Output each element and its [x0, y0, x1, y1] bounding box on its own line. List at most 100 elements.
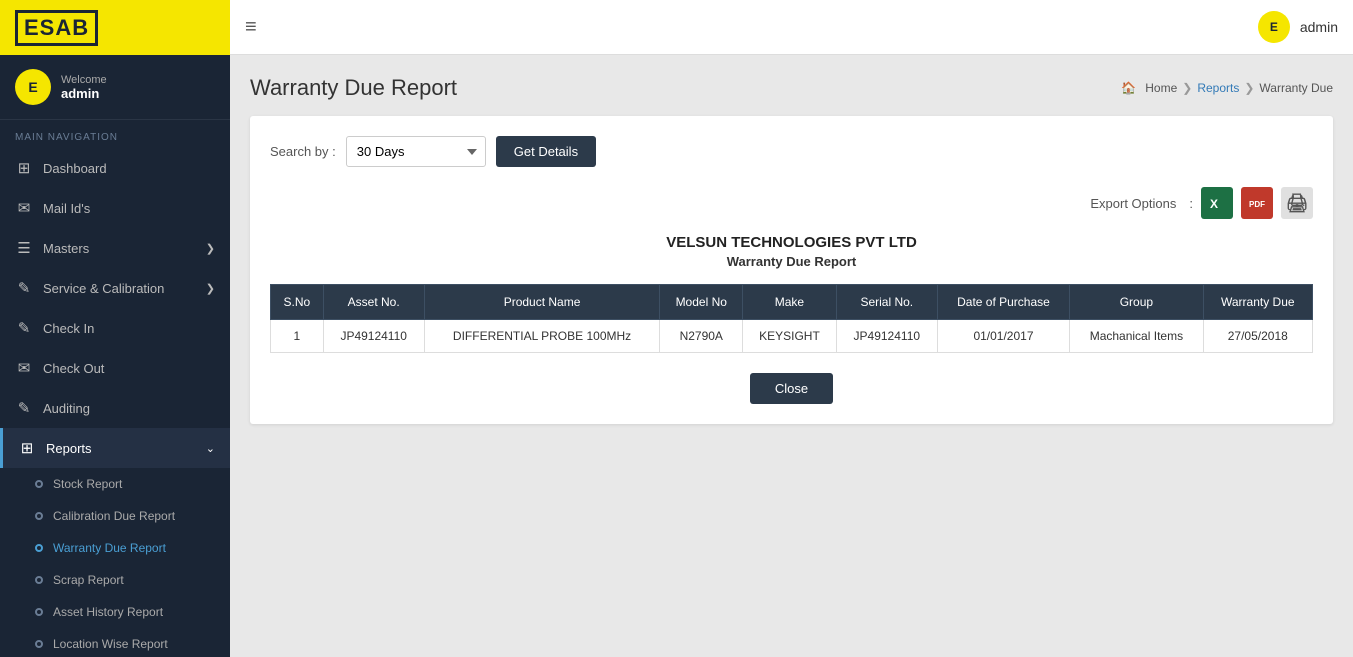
- nav-section-label: MAIN NAVIGATION: [0, 120, 230, 148]
- close-row: Close: [270, 373, 1313, 404]
- sidebar-item-auditing[interactable]: ✎ Auditing: [0, 388, 230, 428]
- search-row: Search by : 30 Days 60 Days 90 Days 6 Mo…: [270, 136, 1313, 167]
- sidebar-logo: ESAB: [0, 0, 230, 55]
- svg-text:X: X: [1210, 197, 1218, 211]
- sidebar-item-scrap-report[interactable]: Scrap Report: [0, 564, 230, 596]
- sub-item-label: Warranty Due Report: [53, 541, 166, 555]
- cell-asset-no: JP49124110: [323, 320, 424, 353]
- sidebar-item-reports[interactable]: ⊞ Reports ⌄: [0, 428, 230, 468]
- sub-item-label: Location Wise Report: [53, 637, 168, 651]
- report-card: Search by : 30 Days 60 Days 90 Days 6 Mo…: [250, 116, 1333, 424]
- breadcrumb-separator: ❯: [1244, 81, 1254, 95]
- hamburger-menu-icon[interactable]: ≡: [245, 16, 257, 39]
- col-asset-no: Asset No.: [323, 285, 424, 320]
- sidebar-item-location-wise-report[interactable]: Location Wise Report: [0, 628, 230, 657]
- col-serial-no: Serial No.: [836, 285, 937, 320]
- table-body: 1JP49124110DIFFERENTIAL PROBE 100MHzN279…: [271, 320, 1313, 353]
- sub-dot-icon: [35, 480, 43, 488]
- topbar: ≡ E admin: [230, 0, 1353, 55]
- export-colon: :: [1189, 196, 1193, 211]
- cell-serial-no: JP49124110: [836, 320, 937, 353]
- cell-product-name[interactable]: DIFFERENTIAL PROBE 100MHz: [424, 320, 660, 353]
- sub-item-label: Stock Report: [53, 477, 122, 491]
- dashboard-icon: ⊞: [15, 159, 33, 177]
- topbar-right: E admin: [1258, 11, 1338, 43]
- chevron-right-icon: ❯: [206, 242, 215, 255]
- col-model-no: Model No: [660, 285, 743, 320]
- sub-dot-icon: [35, 544, 43, 552]
- print-button[interactable]: 🖨: [1281, 187, 1313, 219]
- avatar: E: [1258, 11, 1290, 43]
- cell-group[interactable]: Machanical Items: [1070, 320, 1203, 353]
- pdf-icon: PDF: [1248, 194, 1266, 212]
- svg-text:PDF: PDF: [1249, 200, 1265, 209]
- col-date-of-purchase: Date of Purchase: [937, 285, 1070, 320]
- col-group: Group: [1070, 285, 1203, 320]
- breadcrumb-home[interactable]: Home: [1145, 81, 1177, 95]
- cell-warranty-due: 27/05/2018: [1203, 320, 1312, 353]
- table-header: S.No Asset No. Product Name Model No Mak…: [271, 285, 1313, 320]
- sub-dot-icon: [35, 512, 43, 520]
- topbar-username: admin: [1300, 19, 1338, 35]
- chevron-down-icon: ⌄: [206, 442, 215, 455]
- sidebar-item-label: Check Out: [43, 361, 215, 376]
- breadcrumb-current: Warranty Due: [1259, 81, 1333, 95]
- user-info: Welcome admin: [61, 74, 107, 101]
- sidebar-item-dashboard[interactable]: ⊞ Dashboard: [0, 148, 230, 188]
- sidebar-item-warranty-due-report[interactable]: Warranty Due Report: [0, 532, 230, 564]
- avatar: E: [15, 69, 51, 105]
- search-label: Search by :: [270, 144, 336, 159]
- sidebar-item-label: Service & Calibration: [43, 281, 206, 296]
- breadcrumb-reports[interactable]: Reports: [1197, 81, 1239, 95]
- sidebar-item-service-calibration[interactable]: ✎ Service & Calibration ❯: [0, 268, 230, 308]
- content-area: Warranty Due Report 🏠 Home ❯ Reports ❯ W…: [230, 55, 1353, 657]
- sidebar-item-check-in[interactable]: ✎ Check In: [0, 308, 230, 348]
- get-details-button[interactable]: Get Details: [496, 136, 596, 167]
- search-select[interactable]: 30 Days 60 Days 90 Days 6 Months 1 Year: [346, 136, 486, 167]
- close-button[interactable]: Close: [750, 373, 833, 404]
- chevron-right-icon: ❯: [206, 282, 215, 295]
- excel-icon: X: [1208, 194, 1226, 212]
- sidebar-item-label: Check In: [43, 321, 215, 336]
- cell-make: KEYSIGHT: [743, 320, 837, 353]
- export-pdf-button[interactable]: PDF: [1241, 187, 1273, 219]
- report-subtitle: Warranty Due Report: [270, 254, 1313, 269]
- cell-date-of-purchase: 01/01/2017: [937, 320, 1070, 353]
- username-label: admin: [61, 86, 107, 101]
- sub-dot-icon: [35, 576, 43, 584]
- print-icon: 🖨: [1286, 193, 1309, 214]
- export-row: Export Options : X PDF 🖨: [270, 187, 1313, 219]
- col-product-name: Product Name: [424, 285, 660, 320]
- export-options-label: Export Options: [1090, 196, 1176, 211]
- col-make: Make: [743, 285, 837, 320]
- breadcrumb: 🏠 Home ❯ Reports ❯ Warranty Due: [1121, 81, 1333, 95]
- sidebar-item-label: Auditing: [43, 401, 215, 416]
- sub-dot-icon: [35, 640, 43, 648]
- check-in-icon: ✎: [15, 319, 33, 337]
- sidebar-item-stock-report[interactable]: Stock Report: [0, 468, 230, 500]
- sub-dot-icon: [35, 608, 43, 616]
- export-excel-button[interactable]: X: [1201, 187, 1233, 219]
- sidebar-item-calibration-due-report[interactable]: Calibration Due Report: [0, 500, 230, 532]
- service-icon: ✎: [15, 279, 33, 297]
- table-header-row: S.No Asset No. Product Name Model No Mak…: [271, 285, 1313, 320]
- sub-item-label: Scrap Report: [53, 573, 124, 587]
- report-table: S.No Asset No. Product Name Model No Mak…: [270, 284, 1313, 353]
- home-icon: 🏠: [1121, 81, 1136, 95]
- col-warranty-due: Warranty Due: [1203, 285, 1312, 320]
- sidebar-item-check-out[interactable]: ✉ Check Out: [0, 348, 230, 388]
- masters-icon: ☰: [15, 239, 33, 257]
- auditing-icon: ✎: [15, 399, 33, 417]
- company-header: VELSUN TECHNOLOGIES PVT LTD Warranty Due…: [270, 234, 1313, 269]
- check-out-icon: ✉: [15, 359, 33, 377]
- sidebar-item-label: Dashboard: [43, 161, 215, 176]
- cell-sno: 1: [271, 320, 324, 353]
- main-area: ≡ E admin Warranty Due Report 🏠 Home ❯ R…: [230, 0, 1353, 657]
- cell-model-no: N2790A: [660, 320, 743, 353]
- mail-icon: ✉: [15, 199, 33, 217]
- sidebar-item-mail-ids[interactable]: ✉ Mail Id's: [0, 188, 230, 228]
- reports-icon: ⊞: [18, 439, 36, 457]
- sidebar-item-asset-history-report[interactable]: Asset History Report: [0, 596, 230, 628]
- sub-item-label: Calibration Due Report: [53, 509, 175, 523]
- sidebar-item-masters[interactable]: ☰ Masters ❯: [0, 228, 230, 268]
